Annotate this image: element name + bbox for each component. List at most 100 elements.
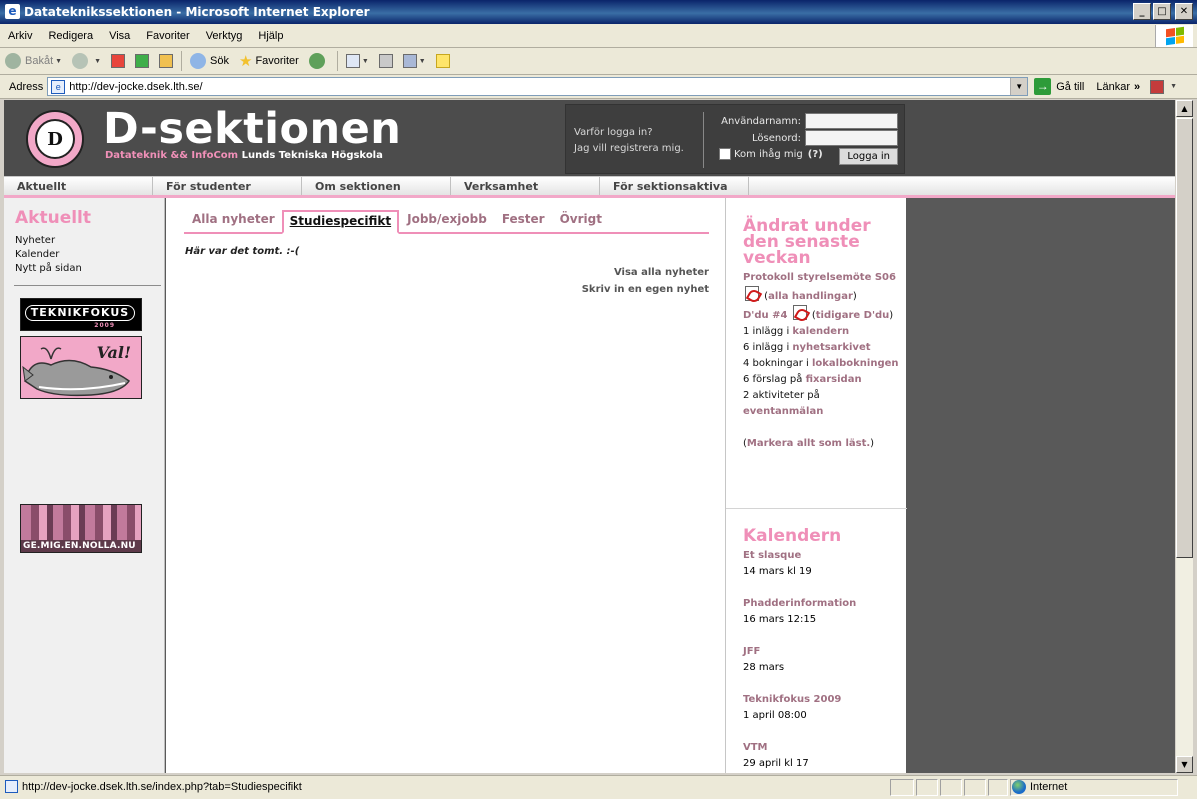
maximize-button[interactable]: □ bbox=[1153, 3, 1171, 20]
edit-dropdown-icon[interactable]: ▼ bbox=[419, 58, 426, 65]
nolla-banner[interactable]: GE.MIG.EN.NOLLA.NU bbox=[20, 504, 142, 553]
addon-icon[interactable] bbox=[1150, 79, 1165, 94]
scroll-up-icon[interactable]: ▲ bbox=[1176, 100, 1193, 117]
change-row-fixarsidan: 6 förslag på fixarsidan bbox=[743, 372, 903, 388]
tab-ovrigt[interactable]: Övrigt bbox=[552, 210, 609, 232]
page-icon: e bbox=[51, 79, 66, 94]
menu-hjalp[interactable]: Hjälp bbox=[250, 30, 291, 42]
sidebar-item-kalender[interactable]: Kalender bbox=[15, 248, 82, 262]
nav-for-sektionsaktiva[interactable]: För sektionsaktiva bbox=[600, 177, 749, 195]
write-news-link[interactable]: Skriv in en egen nyhet bbox=[582, 281, 709, 298]
tab-alla-nyheter[interactable]: Alla nyheter bbox=[184, 210, 282, 232]
calendar-item: Teknikfokus 2009 1 april 08:00 bbox=[743, 692, 841, 724]
menu-visa[interactable]: Visa bbox=[101, 30, 138, 42]
links-toolbar[interactable]: Länkar » ▼ bbox=[1096, 79, 1177, 94]
sidebar-item-nyheter[interactable]: Nyheter bbox=[15, 234, 82, 248]
remember-me-checkbox[interactable] bbox=[719, 148, 731, 160]
sidebar-divider bbox=[14, 285, 161, 286]
tab-jobb-exjobb[interactable]: Jobb/exjobb bbox=[399, 210, 494, 232]
status-url: http://dev-jocke.dsek.lth.se/index.php?t… bbox=[22, 780, 302, 793]
history-button[interactable] bbox=[304, 50, 334, 72]
stop-button[interactable] bbox=[106, 50, 130, 72]
chevron-right-icon[interactable]: » bbox=[1134, 81, 1140, 93]
sidebar-item-nytt-pa-sidan[interactable]: Nytt på sidan bbox=[15, 262, 82, 276]
site-title[interactable]: D-sektionen bbox=[103, 104, 401, 154]
mail-dropdown-icon[interactable]: ▼ bbox=[362, 58, 369, 65]
mark-all-read-link[interactable]: Markera allt som läst. bbox=[747, 438, 870, 449]
home-button[interactable] bbox=[154, 50, 178, 72]
scroll-thumb[interactable] bbox=[1176, 118, 1193, 558]
show-all-news-link[interactable]: Visa alla nyheter bbox=[582, 264, 709, 281]
pdf-icon[interactable] bbox=[745, 286, 759, 301]
favorites-button[interactable]: ★ Favoriter bbox=[234, 50, 304, 72]
change-row-eventanmalan: 2 aktiviteter på eventanmälan bbox=[743, 388, 903, 420]
nyhetsarkivet-link[interactable]: nyhetsarkivet bbox=[792, 342, 870, 353]
search-label: Sök bbox=[210, 55, 229, 67]
subtitle-university: Lunds Tekniska Högskola bbox=[241, 150, 383, 161]
tab-studiespecifikt[interactable]: Studiespecifikt bbox=[281, 210, 400, 234]
tab-fester[interactable]: Fester bbox=[494, 210, 552, 232]
calendar-event-link[interactable]: JFF bbox=[743, 644, 784, 660]
menu-redigera[interactable]: Redigera bbox=[40, 30, 101, 42]
alla-handlingar-link[interactable]: alla handlingar bbox=[768, 291, 853, 302]
ie-icon: e bbox=[5, 4, 20, 19]
address-dropdown-icon[interactable]: ▼ bbox=[1010, 78, 1028, 95]
status-link-url: http://dev-jocke.dsek.lth.se/index.php?t… bbox=[5, 780, 302, 793]
calendar-event-link[interactable]: Et slasque bbox=[743, 548, 812, 564]
val-banner[interactable]: Val! bbox=[20, 336, 142, 399]
nav-om-sektionen[interactable]: Om sektionen bbox=[302, 177, 451, 195]
password-input[interactable] bbox=[805, 130, 898, 146]
register-link[interactable]: Jag vill registrera mig. bbox=[574, 141, 684, 157]
kalendern-link[interactable]: kalendern bbox=[792, 326, 849, 337]
scroll-down-icon[interactable]: ▼ bbox=[1176, 756, 1193, 773]
fixarsidan-link[interactable]: fixarsidan bbox=[806, 374, 862, 385]
teknikfokus-banner[interactable]: TEKNIKFOKUS 2009 bbox=[20, 298, 142, 331]
print-button[interactable] bbox=[374, 50, 398, 72]
calendar-event-link[interactable]: Teknikfokus 2009 bbox=[743, 692, 841, 708]
notes-button[interactable] bbox=[431, 50, 455, 72]
nav-verksamhet[interactable]: Verksamhet bbox=[451, 177, 600, 195]
protokoll-link[interactable]: Protokoll styrelsemöte S06 bbox=[743, 272, 896, 283]
mail-icon bbox=[345, 54, 360, 68]
back-button[interactable]: Bakåt ▼ bbox=[0, 50, 67, 72]
lokalbokningen-link[interactable]: lokalbokningen bbox=[812, 358, 899, 369]
minimize-button[interactable]: _ bbox=[1133, 3, 1151, 20]
why-login-link[interactable]: Varför logga in? bbox=[574, 125, 684, 141]
note-icon bbox=[435, 54, 450, 68]
vertical-scrollbar[interactable]: ▲ ▼ bbox=[1175, 100, 1193, 773]
address-url[interactable]: http://dev-jocke.dsek.lth.se/ bbox=[69, 81, 202, 93]
calendar-event-link[interactable]: VTM bbox=[743, 740, 809, 756]
menu-favoriter[interactable]: Favoriter bbox=[138, 30, 197, 42]
go-button[interactable]: → Gå till bbox=[1034, 78, 1084, 95]
forward-button[interactable]: ▼ bbox=[67, 50, 106, 72]
forward-dropdown-icon[interactable]: ▼ bbox=[94, 58, 101, 65]
news-tabs: Alla nyheter Studiespecifikt Jobb/exjobb… bbox=[184, 210, 709, 234]
menu-verktyg[interactable]: Verktyg bbox=[198, 30, 251, 42]
toolbar-separator bbox=[181, 51, 183, 71]
pdf-icon[interactable] bbox=[792, 305, 807, 320]
edit-button[interactable]: ▼ bbox=[398, 50, 431, 72]
calendar-event-link[interactable]: Phadderinformation bbox=[743, 596, 856, 612]
eventanmalan-link[interactable]: eventanmälan bbox=[743, 406, 823, 417]
search-button[interactable]: Sök bbox=[185, 50, 234, 72]
nav-aktuellt[interactable]: Aktuellt bbox=[4, 177, 153, 195]
print-icon bbox=[378, 54, 393, 68]
favorites-label: Favoriter bbox=[255, 55, 299, 67]
teknikfokus-year: 2009 bbox=[94, 322, 115, 329]
menu-arkiv[interactable]: Arkiv bbox=[0, 30, 40, 42]
refresh-button[interactable] bbox=[130, 50, 154, 72]
addon-dropdown-icon[interactable]: ▼ bbox=[1170, 83, 1177, 90]
username-input[interactable] bbox=[805, 113, 898, 129]
mail-button[interactable]: ▼ bbox=[341, 50, 374, 72]
close-button[interactable]: ✕ bbox=[1175, 3, 1193, 20]
nav-for-studenter[interactable]: För studenter bbox=[153, 177, 302, 195]
section-seal-logo[interactable]: D bbox=[26, 110, 84, 168]
remember-me-label[interactable]: Kom ihåg mig bbox=[734, 149, 803, 160]
login-button[interactable]: Logga in bbox=[839, 148, 898, 165]
back-label: Bakåt bbox=[25, 55, 54, 67]
address-input[interactable]: e http://dev-jocke.dsek.lth.se/ ▼ bbox=[47, 77, 1029, 96]
tidigare-ddu-link[interactable]: tidigare D'du bbox=[816, 310, 890, 321]
ddu-link[interactable]: D'du #4 bbox=[743, 310, 787, 321]
login-help-link[interactable]: (?) bbox=[808, 149, 823, 160]
back-dropdown-icon[interactable]: ▼ bbox=[55, 58, 62, 65]
